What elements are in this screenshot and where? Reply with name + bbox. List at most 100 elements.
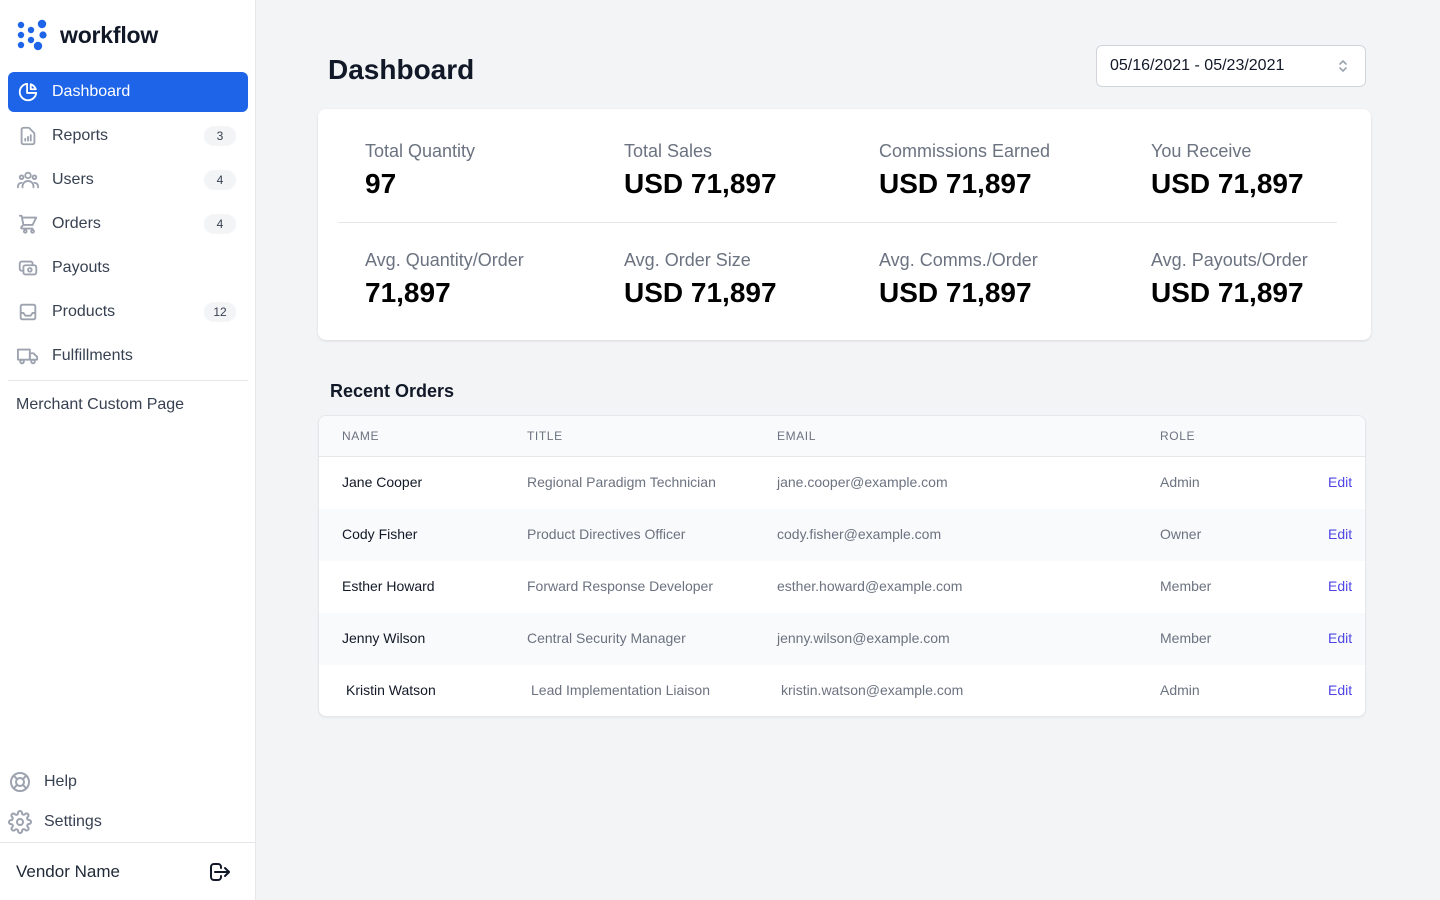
sidebar-item-reports[interactable]: Reports 3 bbox=[8, 116, 248, 156]
selector-chevron-icon bbox=[1339, 60, 1347, 72]
count-badge: 12 bbox=[204, 302, 236, 322]
stat-avg-order-size: Avg. Order Size USD 71,897 bbox=[624, 250, 777, 309]
edit-link[interactable]: Edit bbox=[1328, 682, 1352, 698]
stat-avg-comms-order: Avg. Comms./Order USD 71,897 bbox=[879, 250, 1038, 309]
sidebar-item-label: Users bbox=[52, 171, 94, 188]
inbox-icon bbox=[16, 300, 40, 324]
cell-email: jenny.wilson@example.com bbox=[777, 630, 950, 646]
column-header-email: EMAIL bbox=[777, 429, 817, 443]
table-row: Kristin Watson Lead Implementation Liais… bbox=[319, 665, 1365, 716]
stat-value: USD 71,897 bbox=[879, 277, 1032, 308]
cell-title: Forward Response Developer bbox=[527, 578, 713, 594]
users-icon bbox=[16, 168, 40, 192]
sidebar-item-payouts[interactable]: Payouts bbox=[8, 248, 248, 288]
cell-name: Kristin Watson bbox=[346, 682, 436, 698]
stat-label: Avg. Payouts/Order bbox=[1151, 250, 1308, 270]
logout-icon[interactable] bbox=[208, 860, 232, 884]
stat-label: Total Quantity bbox=[365, 141, 476, 161]
cell-role: Admin bbox=[1160, 474, 1200, 490]
stat-label: Avg. Order Size bbox=[624, 250, 751, 270]
sidebar-item-products[interactable]: Products 12 bbox=[8, 292, 248, 332]
edit-link[interactable]: Edit bbox=[1328, 526, 1352, 542]
truck-icon bbox=[16, 344, 40, 368]
stat-value: USD 71,897 bbox=[624, 277, 777, 308]
sidebar-item-dashboard[interactable]: Dashboard bbox=[8, 72, 248, 112]
vendor-name: Vendor Name bbox=[16, 861, 120, 881]
sidebar-item-users[interactable]: Users 4 bbox=[8, 160, 248, 200]
stat-value: USD 71,897 bbox=[879, 168, 1032, 199]
stat-value: 97 bbox=[365, 168, 397, 199]
cell-name: Cody Fisher bbox=[342, 526, 418, 542]
table-row: Jane Cooper Regional Paradigm Technician… bbox=[319, 457, 1365, 509]
sidebar-item-label: Orders bbox=[52, 215, 101, 232]
count-badge: 3 bbox=[204, 126, 236, 146]
column-header-title: TITLE bbox=[527, 429, 563, 443]
table-row: Cody Fisher Product Directives Officer c… bbox=[319, 509, 1365, 561]
stat-label: Avg. Comms./Order bbox=[879, 250, 1038, 270]
sidebar-item-label: Reports bbox=[52, 127, 109, 144]
stat-you-receive: You Receive USD 71,897 bbox=[1151, 141, 1304, 200]
stat-label: You Receive bbox=[1151, 141, 1252, 161]
cell-role: Owner bbox=[1160, 526, 1202, 542]
cell-role: Member bbox=[1160, 630, 1212, 646]
stat-avg-payouts-order: Avg. Payouts/Order USD 71,897 bbox=[1151, 250, 1308, 309]
settings-label: Settings bbox=[44, 813, 102, 830]
edit-link[interactable]: Edit bbox=[1328, 578, 1352, 594]
table-row: Jenny Wilson Central Security Manager je… bbox=[319, 613, 1365, 665]
stat-value: USD 71,897 bbox=[1151, 277, 1304, 308]
workflow-logo-icon bbox=[17, 19, 47, 51]
stat-commissions-earned: Commissions Earned USD 71,897 bbox=[879, 141, 1050, 200]
sidebar-item-label: Dashboard bbox=[52, 83, 131, 100]
column-header-role: ROLE bbox=[1160, 429, 1196, 443]
stat-label: Total Sales bbox=[624, 141, 713, 161]
table-header: NAME TITLE EMAIL ROLE bbox=[319, 416, 1365, 457]
help-label: Help bbox=[44, 773, 77, 790]
stat-value: USD 71,897 bbox=[624, 168, 777, 199]
stats-card: Total Quantity 97 Total Sales USD 71,897… bbox=[318, 109, 1371, 340]
shopping-cart-icon bbox=[16, 212, 40, 236]
cell-role: Admin bbox=[1160, 682, 1200, 698]
brand[interactable]: workflow bbox=[16, 18, 158, 52]
cell-name: Jane Cooper bbox=[342, 474, 423, 490]
table-row: Esther Howard Forward Response Developer… bbox=[319, 561, 1365, 613]
sidebar-item-label: Payouts bbox=[52, 259, 110, 276]
cell-role: Member bbox=[1160, 578, 1212, 594]
help-lifebuoy-icon bbox=[10, 772, 30, 792]
cell-title: Lead Implementation Liaison bbox=[531, 682, 711, 698]
edit-link[interactable]: Edit bbox=[1328, 630, 1352, 646]
help-link[interactable]: Help bbox=[8, 766, 248, 798]
count-badge: 4 bbox=[204, 214, 236, 234]
cell-title: Product Directives Officer bbox=[527, 526, 686, 542]
date-range-value: 05/16/2021 - 05/23/2021 bbox=[1110, 57, 1285, 74]
cell-name: Esther Howard bbox=[342, 578, 435, 594]
cell-title: Central Security Manager bbox=[527, 630, 686, 646]
sidebar-item-label: Products bbox=[52, 303, 116, 320]
stat-total-quantity: Total Quantity 97 bbox=[365, 141, 475, 200]
settings-link[interactable]: Settings bbox=[8, 806, 248, 838]
sidebar-divider bbox=[8, 380, 248, 381]
stat-label: Commissions Earned bbox=[879, 141, 1051, 161]
gear-icon bbox=[8, 810, 32, 834]
sidebar-item-fulfillments[interactable]: Fulfillments bbox=[8, 336, 248, 376]
date-range-select[interactable]: 05/16/2021 - 05/23/2021 bbox=[1096, 45, 1366, 87]
stat-label: Avg. Quantity/Order bbox=[365, 250, 524, 270]
merchant-custom-page-link[interactable]: Merchant Custom Page bbox=[16, 396, 184, 414]
stats-divider bbox=[338, 222, 1337, 223]
sidebar-item-label: Fulfillments bbox=[52, 347, 133, 364]
stat-avg-quantity-order: Avg. Quantity/Order 71,897 bbox=[365, 250, 524, 309]
cell-email: kristin.watson@example.com bbox=[781, 682, 964, 698]
edit-link[interactable]: Edit bbox=[1328, 474, 1352, 490]
count-badge: 4 bbox=[204, 170, 236, 190]
stat-total-sales: Total Sales USD 71,897 bbox=[624, 141, 777, 200]
stat-value: 71,897 bbox=[365, 277, 451, 308]
cash-icon bbox=[16, 256, 40, 280]
document-report-icon bbox=[16, 124, 40, 148]
cell-title: Regional Paradigm Technician bbox=[527, 474, 716, 490]
sidebar-footer: Vendor Name bbox=[0, 842, 256, 900]
recent-orders-table: NAME TITLE EMAIL ROLE Jane Cooper Region… bbox=[318, 415, 1366, 717]
page-title: Dashboard bbox=[328, 54, 475, 85]
recent-orders-title: Recent Orders bbox=[330, 381, 455, 401]
column-header-name: NAME bbox=[342, 429, 380, 443]
brand-name: workflow bbox=[60, 21, 159, 48]
sidebar-item-orders[interactable]: Orders 4 bbox=[8, 204, 248, 244]
